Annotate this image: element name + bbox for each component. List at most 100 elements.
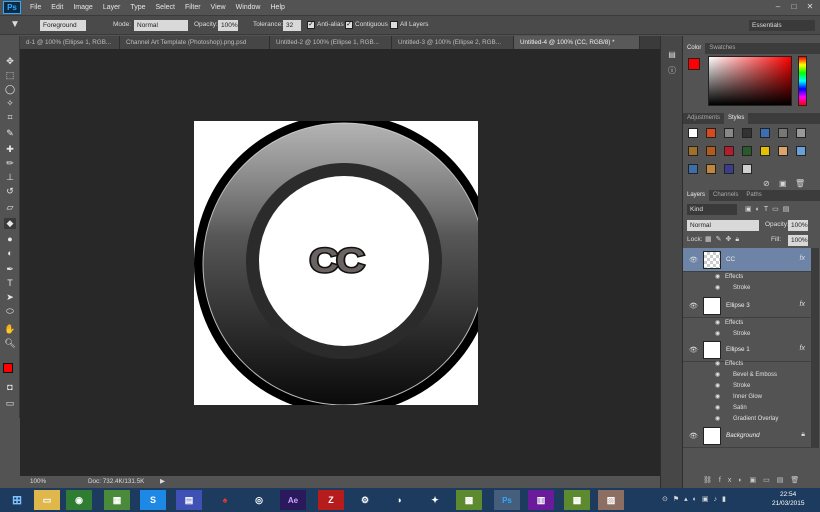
style-swatch[interactable] [688, 164, 698, 174]
tab-paths[interactable]: Paths [742, 190, 765, 201]
zoom-tool-icon[interactable]: 🔍︎ [4, 338, 16, 349]
style-swatch[interactable] [742, 128, 752, 138]
move-tool-icon[interactable]: ✥ [4, 56, 16, 67]
tolerance-input[interactable]: 32 [283, 20, 301, 31]
color-fg-swatch[interactable] [688, 58, 700, 70]
minimize-icon[interactable]: – [772, 1, 784, 12]
workspace-select[interactable]: Essentials [749, 20, 815, 31]
menu-type[interactable]: Type [125, 4, 150, 11]
hand-tool-icon[interactable]: ✋ [4, 324, 16, 335]
fill-input[interactable]: 100% [788, 235, 808, 246]
document-canvas[interactable]: CC [194, 121, 478, 405]
style-swatch[interactable] [706, 146, 716, 156]
properties-panel-icon[interactable]: ⓘ [666, 66, 678, 76]
opacity-input[interactable]: 100% [218, 20, 238, 31]
menu-filter[interactable]: Filter [180, 4, 206, 11]
layer-row-ellipse-3[interactable]: 👁︎ Ellipse 3 fx [683, 294, 811, 318]
trash-icon[interactable]: 🗑︎ [795, 179, 805, 188]
eye-icon[interactable]: ◉ [715, 403, 720, 414]
eraser-tool-icon[interactable]: ▱ [4, 202, 16, 213]
winrar-icon[interactable]: ▥ [528, 490, 554, 510]
photoshop-taskbar-icon[interactable]: Ps [494, 490, 520, 510]
after-effects-icon[interactable]: Ae [280, 490, 306, 510]
clock-time[interactable]: 22:54 [780, 491, 796, 498]
filezilla-icon[interactable]: Z [318, 490, 344, 510]
style-swatch[interactable] [760, 128, 770, 138]
ellipse-tool-icon[interactable]: ⬭ [4, 306, 16, 317]
layer-row-background[interactable]: 👁︎ Background 🔒︎ [683, 424, 811, 448]
clock-date[interactable]: 21/03/2015 [772, 500, 805, 507]
foreground-color-swatch[interactable] [3, 363, 13, 373]
tab-swatches[interactable]: Swatches [705, 43, 739, 54]
path-select-tool-icon[interactable]: ➤ [4, 292, 16, 303]
color-field[interactable] [708, 56, 792, 106]
layers-scrollbar[interactable] [811, 248, 819, 448]
pen-tool-icon[interactable]: ✒ [4, 264, 16, 275]
style-swatch[interactable] [724, 146, 734, 156]
mode-select[interactable]: Normal [134, 20, 188, 31]
quick-select-tool-icon[interactable]: ✧ [4, 98, 16, 109]
layer-actions-bar[interactable]: ⛓fx◐▣▭▤🗑︎ [683, 476, 820, 488]
style-swatch[interactable] [796, 128, 806, 138]
fx-icon[interactable]: fx [800, 345, 805, 352]
all-layers-checkbox[interactable] [390, 21, 398, 29]
filter-kind-select[interactable]: Kind [687, 204, 737, 215]
effect-row[interactable]: ◉ Satin [683, 403, 811, 414]
fx-icon[interactable]: fx [800, 301, 805, 308]
obs-icon[interactable]: ◑ [386, 490, 412, 510]
paint-bucket-icon[interactable]: ▼ [10, 19, 20, 30]
style-swatch[interactable] [706, 164, 716, 174]
style-swatch[interactable] [742, 164, 752, 174]
eye-icon[interactable]: ◉ [715, 370, 720, 381]
restore-icon[interactable]: □ [788, 1, 800, 12]
style-swatch[interactable] [724, 164, 734, 174]
lock-icons[interactable]: ▦✎✥🔒︎ [705, 235, 743, 244]
antialias-checkbox[interactable]: ✓ [307, 21, 315, 29]
fx-icon[interactable]: fx [800, 255, 805, 262]
crop-tool-icon[interactable]: ⌗ [4, 112, 16, 123]
eye-icon[interactable]: ◉ [715, 318, 720, 329]
type-tool-icon[interactable]: T [4, 278, 16, 289]
layer-row-cc[interactable]: 👁︎ CC fx [683, 248, 811, 272]
menu-file[interactable]: File [25, 4, 46, 11]
menu-view[interactable]: View [206, 4, 231, 11]
app-icon[interactable]: ▨ [598, 490, 624, 510]
tab-document-1[interactable]: d-1 @ 100% (Ellipse 1, RGB... [20, 36, 120, 49]
style-swatch[interactable] [760, 146, 770, 156]
windows-start-icon[interactable]: ⊞ [4, 490, 30, 510]
eye-icon[interactable]: ◉ [715, 272, 720, 283]
eyedropper-tool-icon[interactable]: ✎ [4, 128, 16, 139]
screen-mode-icon[interactable]: ▭ [4, 398, 16, 409]
tab-styles[interactable]: Styles [724, 113, 749, 124]
app-icon[interactable]: ▤ [176, 490, 202, 510]
zoom-level[interactable]: 100% [30, 476, 46, 488]
menu-select[interactable]: Select [151, 4, 180, 11]
style-swatch[interactable] [778, 128, 788, 138]
file-explorer-icon[interactable]: ▭ [34, 490, 60, 510]
skype-icon[interactable]: S [140, 490, 166, 510]
tab-document-3[interactable]: Untitled-2 @ 100% (Ellipse 1, RGB... [270, 36, 392, 49]
eye-icon[interactable]: ◉ [715, 283, 720, 294]
history-brush-icon[interactable]: ↺ [4, 186, 16, 197]
effect-row[interactable]: ◉ Inner Glow [683, 392, 811, 403]
effect-row[interactable]: ◉ Bevel & Emboss [683, 370, 811, 381]
style-swatch[interactable] [688, 146, 698, 156]
effects-row[interactable]: ◉ Effects [683, 318, 811, 329]
camera-app-icon[interactable]: ◎ [246, 490, 272, 510]
tab-adjustments[interactable]: Adjustments [683, 113, 724, 124]
eye-icon[interactable]: 👁︎ [689, 302, 698, 310]
menu-edit[interactable]: Edit [46, 4, 68, 11]
eye-icon[interactable]: 👁︎ [689, 256, 698, 264]
contiguous-checkbox[interactable]: ✓ [345, 21, 353, 29]
style-swatch[interactable] [706, 128, 716, 138]
app-icon[interactable]: ♠ [212, 490, 238, 510]
paint-bucket-tool-icon[interactable]: ◆ [4, 218, 16, 229]
minecraft-icon[interactable]: ▩ [456, 490, 482, 510]
style-swatch[interactable] [778, 146, 788, 156]
menu-help[interactable]: Help [266, 4, 290, 11]
dodge-tool-icon[interactable]: ◐ [4, 248, 16, 259]
steam-icon[interactable]: ⚙ [352, 490, 378, 510]
effects-row[interactable]: ◉ Effects [683, 359, 811, 370]
new-style-icon[interactable]: ▣ [779, 179, 787, 188]
tab-document-4[interactable]: Untitled-3 @ 100% (Ellipse 2, RGB... [392, 36, 514, 49]
